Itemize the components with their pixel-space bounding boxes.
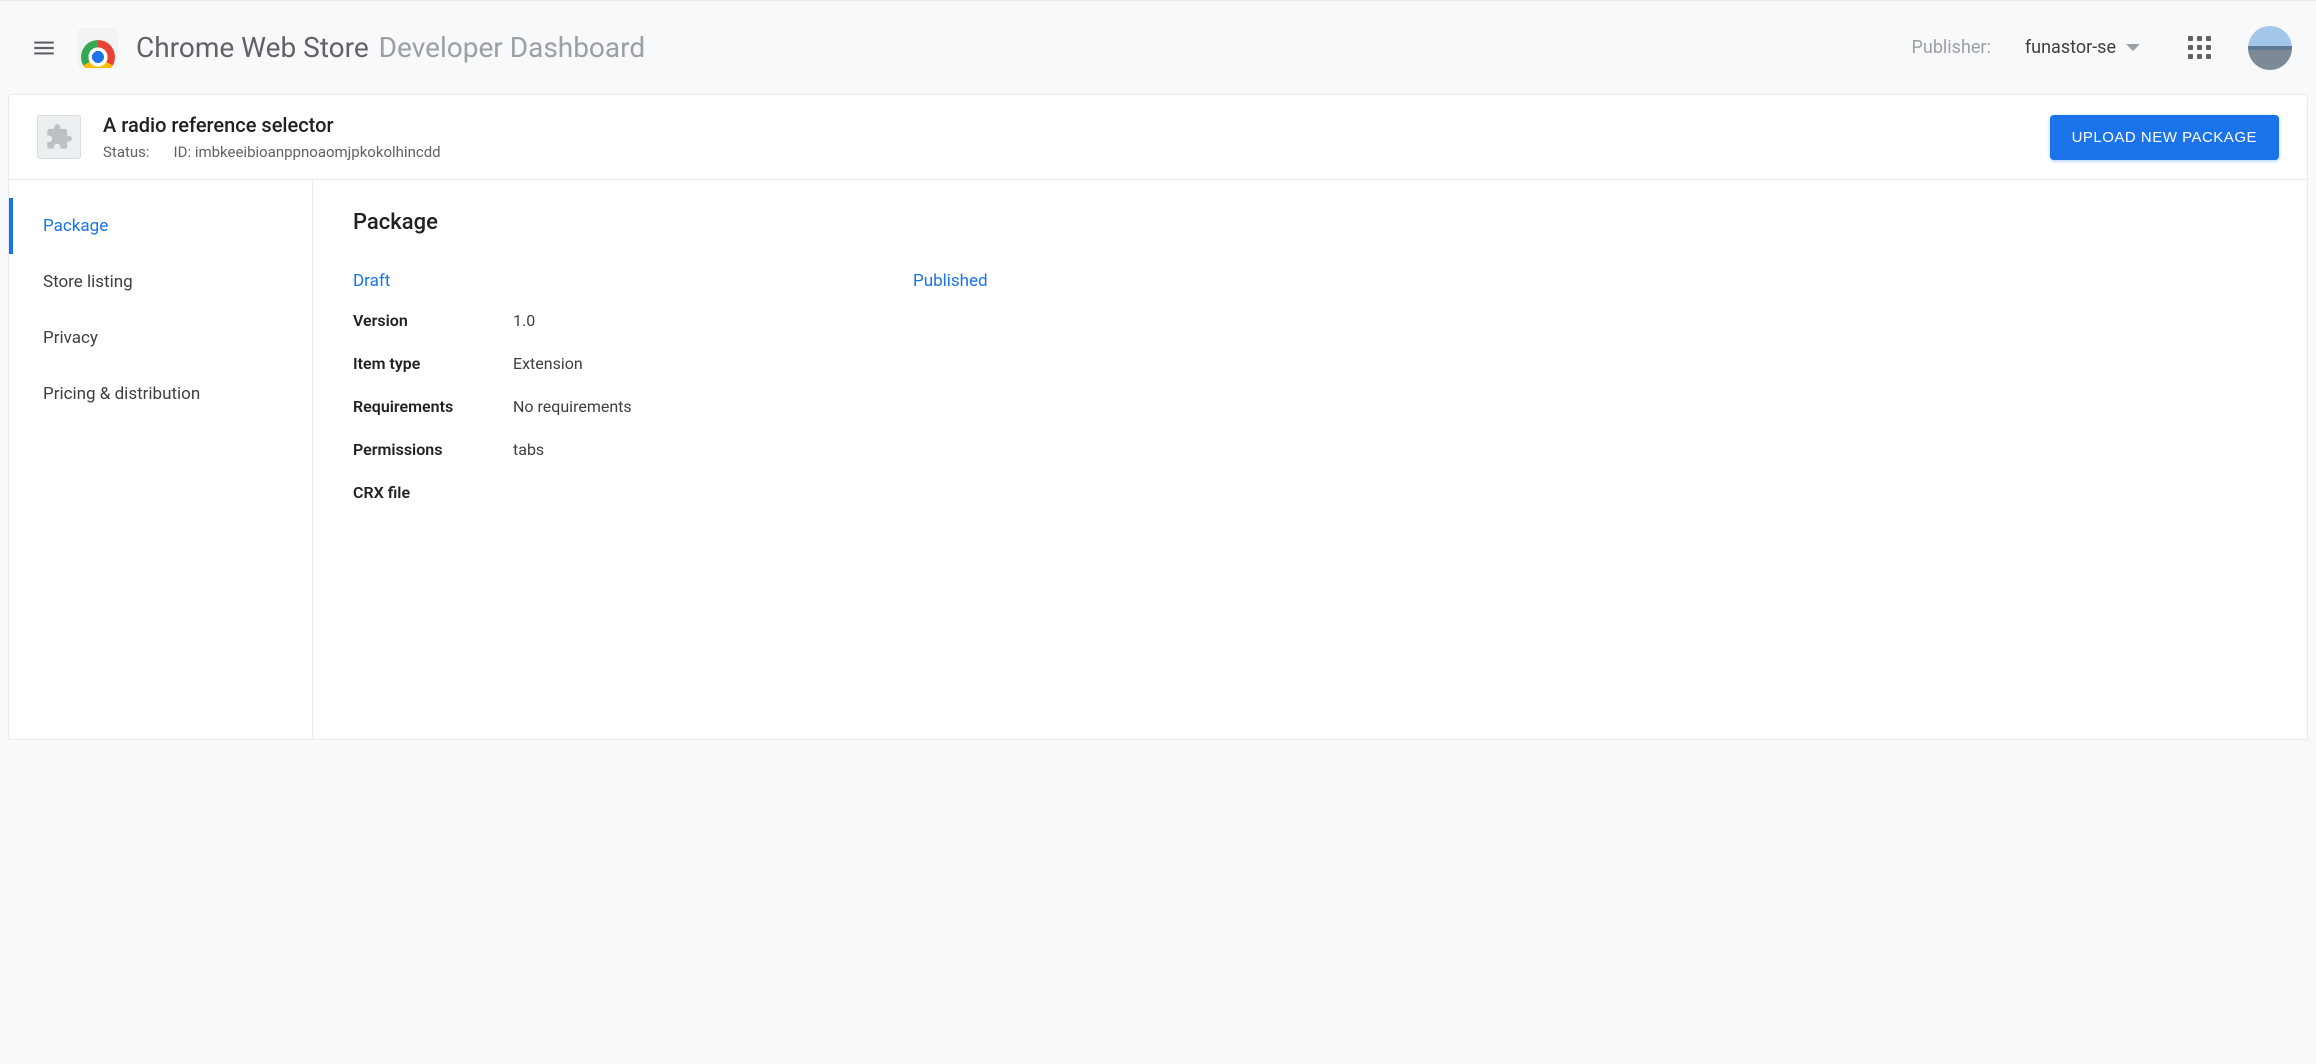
- extension-name: A radio reference selector: [103, 113, 441, 137]
- sidebar-item-privacy[interactable]: Privacy: [9, 310, 312, 366]
- chevron-down-icon: [2126, 44, 2140, 51]
- avatar[interactable]: [2248, 26, 2292, 70]
- kv-row-permissions: Permissions tabs: [353, 440, 913, 459]
- kv-row-version: Version 1.0: [353, 311, 913, 330]
- kv-key: CRX file: [353, 483, 513, 502]
- kv-val: No requirements: [513, 397, 632, 416]
- sidebar-item-label: Pricing & distribution: [43, 384, 200, 404]
- extension-puzzle-icon: [37, 115, 81, 159]
- draft-header: Draft: [353, 271, 913, 291]
- title-sub: Developer Dashboard: [379, 31, 645, 64]
- sidebar-item-package[interactable]: Package: [9, 198, 312, 254]
- menu-icon[interactable]: [24, 28, 64, 68]
- body: Package Store listing Privacy Pricing & …: [8, 180, 2308, 740]
- kv-val: 1.0: [513, 311, 535, 330]
- kv-val: Extension: [513, 354, 583, 373]
- status-label: Status:: [103, 143, 150, 161]
- kv-key: Requirements: [353, 397, 513, 416]
- id-label: ID:: [174, 143, 192, 161]
- kv-key: Item type: [353, 354, 513, 373]
- section-title: Package: [353, 210, 2267, 235]
- sidebar-item-label: Privacy: [43, 328, 98, 348]
- kv-val: tabs: [513, 440, 544, 459]
- kv-key: Permissions: [353, 440, 513, 459]
- publisher-label: Publisher:: [1912, 37, 1991, 58]
- chrome-web-store-logo-icon: [78, 28, 118, 68]
- item-header: A radio reference selector Status: ID: i…: [8, 94, 2308, 180]
- kv-row-requirements: Requirements No requirements: [353, 397, 913, 416]
- publisher-value: funastor-se: [2025, 37, 2116, 58]
- id-value: imbkeeibioanppnoaomjpkokolhincdd: [195, 143, 441, 161]
- published-header: Published: [913, 271, 1473, 291]
- kv-row-item-type: Item type Extension: [353, 354, 913, 373]
- page-title: Chrome Web Store Developer Dashboard: [136, 31, 645, 64]
- sidebar: Package Store listing Privacy Pricing & …: [9, 180, 313, 739]
- main-content: Package Draft Version 1.0 Item type Exte…: [313, 180, 2307, 739]
- title-main: Chrome Web Store: [136, 31, 369, 64]
- google-apps-icon[interactable]: [2188, 36, 2212, 60]
- sidebar-item-pricing-distribution[interactable]: Pricing & distribution: [9, 366, 312, 422]
- top-bar: Chrome Web Store Developer Dashboard Pub…: [0, 0, 2316, 94]
- sidebar-item-store-listing[interactable]: Store listing: [9, 254, 312, 310]
- sidebar-item-label: Package: [43, 216, 108, 236]
- kv-key: Version: [353, 311, 513, 330]
- kv-row-crx-file: CRX file: [353, 483, 913, 502]
- draft-column: Draft Version 1.0 Item type Extension Re…: [353, 271, 913, 526]
- published-column: Published: [913, 271, 1473, 526]
- upload-new-package-button[interactable]: UPLOAD NEW PACKAGE: [2050, 115, 2279, 160]
- extension-meta: A radio reference selector Status: ID: i…: [103, 113, 441, 161]
- sidebar-item-label: Store listing: [43, 272, 133, 292]
- publisher-dropdown[interactable]: funastor-se: [2025, 37, 2140, 58]
